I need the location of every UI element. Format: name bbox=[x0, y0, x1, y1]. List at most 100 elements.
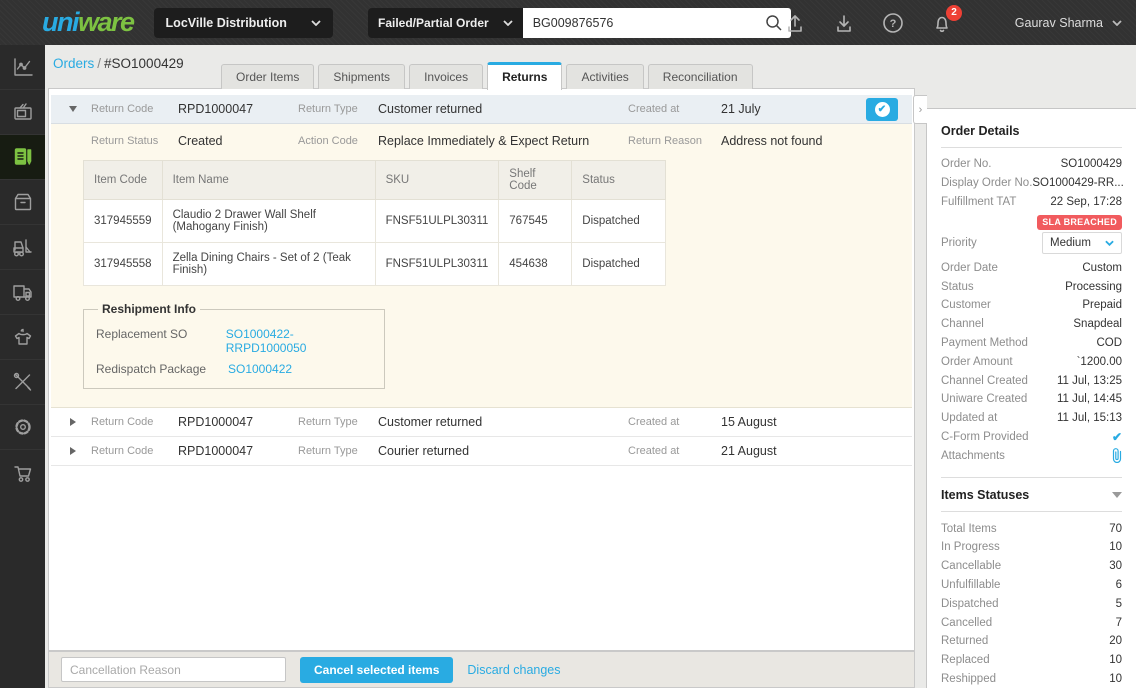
order-search: Failed/Partial Order bbox=[368, 8, 791, 38]
replaced-value: 10 bbox=[1109, 654, 1122, 667]
channel-created-label: Channel Created bbox=[941, 374, 1028, 387]
item-status: Dispatched bbox=[571, 199, 667, 243]
facility-selector[interactable]: LocVille Distribution bbox=[153, 7, 333, 38]
return-row-header[interactable]: Return Code RPD1000047 Return Type Custo… bbox=[51, 408, 912, 437]
sidebar-item-inventory[interactable] bbox=[0, 180, 45, 225]
notifications-button[interactable]: 2 bbox=[931, 4, 962, 34]
table-row: 317945559 Claudio 2 Drawer Wall Shelf (M… bbox=[83, 199, 667, 243]
order-amount-value: `1200.00 bbox=[1076, 355, 1122, 368]
approve-return-button[interactable]: ✔ bbox=[866, 97, 898, 121]
uniware-created-label: Uniware Created bbox=[941, 393, 1028, 406]
download-icon bbox=[837, 14, 851, 32]
search-input[interactable] bbox=[522, 8, 791, 38]
updated-at-label: Updated at bbox=[941, 412, 998, 425]
tab-reconciliation[interactable]: Reconciliation bbox=[647, 64, 753, 89]
chevron-down-icon bbox=[311, 19, 321, 26]
cancelled-value: 7 bbox=[1115, 616, 1122, 629]
channel-created-value: 11 Jul, 13:25 bbox=[1056, 374, 1122, 387]
returned-value: 20 bbox=[1109, 635, 1122, 648]
help-button[interactable]: ? bbox=[882, 12, 904, 34]
tab-returns[interactable]: Returns bbox=[487, 62, 563, 90]
breadcrumb-orders-link[interactable]: Orders bbox=[53, 56, 94, 71]
sidebar-item-fulfillment[interactable] bbox=[0, 225, 45, 270]
tab-invoices[interactable]: Invoices bbox=[409, 64, 484, 89]
replacement-so-link[interactable]: SO1000422-RRPD1000050 bbox=[226, 327, 372, 355]
orders-document-icon bbox=[14, 148, 31, 165]
priority-value: Medium bbox=[1050, 237, 1091, 250]
return-row-header[interactable]: Return Code RPD1000047 Return Type Couri… bbox=[51, 437, 912, 466]
tshirt-icon bbox=[14, 328, 31, 345]
workspace: Orders / #SO1000429 Order Items Shipments … bbox=[45, 45, 1136, 688]
return-items-table: Item Code Item Name SKU Shelf Code Statu… bbox=[83, 160, 667, 286]
return-code-label: Return Code bbox=[91, 103, 154, 115]
sidebar-item-catalog[interactable] bbox=[0, 315, 45, 360]
display-order-no-value: SO1000429-RR... bbox=[1032, 177, 1124, 190]
panel-collapse-handle[interactable]: › bbox=[913, 95, 927, 124]
dispatched-value: 5 bbox=[1115, 597, 1122, 610]
fulfillment-tat-value: 22 Sep, 17:28 bbox=[1050, 195, 1122, 208]
cart-icon bbox=[13, 465, 31, 482]
upload-button[interactable] bbox=[784, 12, 806, 34]
return-code-value: RPD1000047 bbox=[178, 102, 254, 116]
expand-caret-icon[interactable] bbox=[70, 418, 76, 426]
reshipped-label: Reshipped bbox=[941, 672, 996, 685]
left-navigation bbox=[0, 45, 45, 688]
action-code-label: Action Code bbox=[298, 135, 358, 147]
return-type-label: Return Type bbox=[298, 445, 358, 457]
total-items-value: 70 bbox=[1109, 522, 1122, 535]
chevron-down-icon bbox=[503, 20, 513, 26]
returns-panel: Return Code RPD1000047 Return Type Custo… bbox=[48, 88, 915, 651]
breadcrumb-order-id: #SO1000429 bbox=[104, 56, 184, 71]
order-no-label: Order No. bbox=[941, 158, 992, 171]
fulfillment-tat-label: Fulfillment TAT bbox=[941, 195, 1017, 208]
priority-select[interactable]: Medium bbox=[1042, 232, 1122, 255]
item-sku: FNSF51ULPL30311 bbox=[374, 242, 500, 286]
col-shelf-code: Shelf Code bbox=[498, 160, 573, 200]
sidebar-item-channels[interactable] bbox=[0, 90, 45, 135]
items-statuses-header[interactable]: Items Statuses bbox=[941, 477, 1122, 513]
paperclip-icon[interactable] bbox=[1112, 448, 1122, 464]
search-type-selector[interactable]: Failed/Partial Order bbox=[368, 8, 523, 38]
sidebar-item-dispatch[interactable] bbox=[0, 270, 45, 315]
reshipped-value: 10 bbox=[1109, 672, 1122, 685]
tab-order-items[interactable]: Order Items bbox=[221, 64, 315, 89]
replacement-so-label: Replacement SO bbox=[96, 327, 188, 341]
order-details-panel: › Order Details Order No. SO1000429 Disp… bbox=[913, 95, 1136, 688]
order-no-value: SO1000429 bbox=[1060, 158, 1122, 171]
col-status: Status bbox=[571, 160, 667, 200]
chevron-down-icon bbox=[1105, 240, 1114, 247]
order-date-label: Order Date bbox=[941, 261, 998, 274]
expand-caret-icon[interactable] bbox=[70, 447, 76, 455]
svg-text:?: ? bbox=[890, 18, 897, 30]
cancel-selected-items-button[interactable]: Cancel selected items bbox=[300, 656, 454, 683]
customer-label: Customer bbox=[941, 299, 991, 312]
customer-value: Prepaid bbox=[1082, 299, 1122, 312]
sidebar-item-orders[interactable] bbox=[0, 135, 45, 180]
redispatch-package-link[interactable]: SO1000422 bbox=[228, 362, 292, 376]
discard-changes-link[interactable]: Discard changes bbox=[467, 663, 560, 677]
return-type-value: Courier returned bbox=[378, 444, 470, 458]
return-row-header[interactable]: Return Code RPD1000047 Return Type Custo… bbox=[51, 95, 912, 124]
tab-shipments[interactable]: Shipments bbox=[318, 64, 406, 89]
sidebar-item-settings[interactable] bbox=[0, 405, 45, 450]
sidebar-item-analytics[interactable] bbox=[0, 45, 45, 90]
collapse-triangle-icon[interactable] bbox=[1112, 492, 1122, 499]
tools-icon bbox=[13, 372, 31, 391]
status-label: Status bbox=[941, 280, 974, 293]
sidebar-item-purchase[interactable] bbox=[0, 450, 45, 495]
sidebar-item-tools[interactable] bbox=[0, 360, 45, 405]
tab-activities[interactable]: Activities bbox=[566, 64, 644, 89]
item-sku: FNSF51ULPL30311 bbox=[374, 199, 500, 243]
search-icon[interactable] bbox=[765, 14, 783, 32]
box-icon bbox=[14, 193, 31, 211]
collapse-caret-icon[interactable] bbox=[69, 106, 77, 112]
items-statuses-title: Items Statuses bbox=[941, 488, 1030, 503]
user-menu[interactable]: Gaurav Sharma bbox=[1015, 0, 1122, 45]
return-type-value: Customer returned bbox=[378, 102, 483, 116]
reshipment-info: Reshipment Info Replacement SO SO1000422… bbox=[83, 302, 385, 389]
download-button[interactable] bbox=[833, 12, 855, 34]
notification-badge: 2 bbox=[946, 4, 962, 21]
uniware-logo: uniware bbox=[42, 7, 135, 37]
breadcrumb: Orders / #SO1000429 bbox=[53, 56, 184, 71]
cancellation-reason-input[interactable] bbox=[61, 657, 286, 682]
